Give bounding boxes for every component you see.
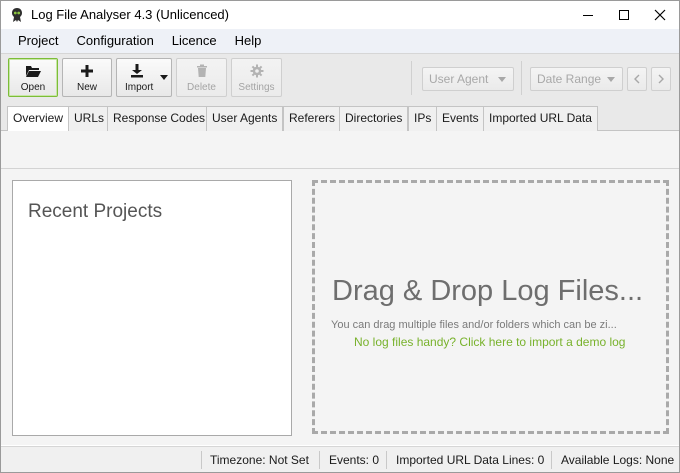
drop-zone[interactable]: Drag & Drop Log Files... You can drag mu…: [312, 180, 669, 434]
status-separator: [551, 451, 552, 469]
open-label: Open: [20, 82, 46, 93]
settings-button[interactable]: Settings: [231, 58, 282, 97]
import-label: Import: [125, 82, 154, 93]
maximize-icon: [619, 10, 629, 20]
overview-content: Recent Projects Drag & Drop Log Files...…: [1, 169, 679, 445]
menu-help[interactable]: Help: [226, 29, 271, 53]
status-separator: [386, 451, 387, 469]
user-agent-dropdown[interactable]: User Agent: [422, 67, 514, 91]
minimize-icon: [583, 15, 593, 16]
delete-label: Delete: [187, 82, 216, 93]
user-agent-label: User Agent: [429, 72, 489, 86]
delete-button[interactable]: Delete: [176, 58, 227, 97]
tab-response-codes[interactable]: Response Codes: [107, 106, 212, 131]
recent-projects-panel: Recent Projects: [12, 180, 292, 436]
download-icon: [131, 64, 143, 78]
import-button[interactable]: Import: [116, 58, 172, 97]
drop-zone-subtitle: You can drag multiple files and/or folde…: [331, 319, 617, 331]
new-button[interactable]: New: [62, 58, 112, 97]
chevron-left-icon: [634, 74, 640, 84]
title-bar: Log File Analyser 4.3 (Unlicenced): [1, 1, 679, 29]
status-separator: [319, 451, 320, 469]
menu-project[interactable]: Project: [9, 29, 67, 53]
plus-icon: [81, 65, 93, 77]
menu-bar: Project Configuration Licence Help: [1, 29, 679, 53]
tab-user-agents[interactable]: User Agents: [206, 106, 284, 131]
status-events: Events: 0: [329, 453, 380, 467]
tab-urls[interactable]: URLs: [68, 106, 111, 131]
chevron-right-icon: [658, 74, 664, 84]
overview-subbar: [1, 131, 679, 169]
folder-open-icon: [26, 66, 41, 77]
date-range-dropdown[interactable]: Date Range: [530, 67, 623, 91]
tab-imported-url-data[interactable]: Imported URL Data: [483, 106, 598, 131]
tab-events[interactable]: Events: [436, 106, 485, 131]
menu-licence[interactable]: Licence: [163, 29, 226, 53]
tab-ips[interactable]: IPs: [408, 106, 438, 131]
import-dropdown-icon[interactable]: [160, 75, 168, 80]
trash-icon: [196, 64, 207, 77]
toolbar-separator: [411, 61, 412, 95]
status-timezone: Timezone: Not Set: [210, 453, 309, 467]
app-logo-icon: [12, 8, 22, 22]
tab-overview[interactable]: Overview: [7, 106, 70, 132]
recent-projects-title: Recent Projects: [28, 201, 163, 222]
status-available-logs: Available Logs: None: [561, 453, 675, 467]
chevron-down-icon: [607, 77, 615, 82]
status-separator: [201, 451, 202, 469]
date-range-label: Date Range: [537, 72, 602, 86]
tab-bar: Overview URLs Response Codes User Agents…: [1, 101, 679, 132]
menu-configuration[interactable]: Configuration: [67, 29, 162, 53]
close-icon: [654, 9, 666, 21]
tab-referers[interactable]: Referers: [283, 106, 342, 131]
maximize-button[interactable]: [606, 1, 642, 29]
next-range-button[interactable]: [651, 67, 671, 91]
tab-directories[interactable]: Directories: [339, 106, 409, 131]
status-bar: Timezone: Not Set Events: 0 Imported URL…: [1, 446, 679, 472]
status-imported-lines: Imported URL Data Lines: 0: [396, 453, 545, 467]
open-button[interactable]: Open: [8, 58, 58, 97]
close-button[interactable]: [642, 1, 678, 29]
gear-icon: [250, 64, 263, 78]
chevron-down-icon: [498, 77, 506, 82]
drop-zone-title: Drag & Drop Log Files...: [332, 275, 644, 307]
toolbar-separator: [521, 61, 522, 95]
minimize-button[interactable]: [570, 1, 606, 29]
new-label: New: [76, 82, 97, 93]
settings-label: Settings: [238, 82, 275, 93]
window-title: Log File Analyser 4.3 (Unlicenced): [31, 7, 229, 22]
app-window: Log File Analyser 4.3 (Unlicenced) Proje…: [0, 0, 680, 473]
import-demo-log-link[interactable]: No log files handy? Click here to import…: [354, 335, 625, 349]
toolbar: Open New Import Delete Settings User Age…: [1, 53, 679, 101]
previous-range-button[interactable]: [627, 67, 647, 91]
